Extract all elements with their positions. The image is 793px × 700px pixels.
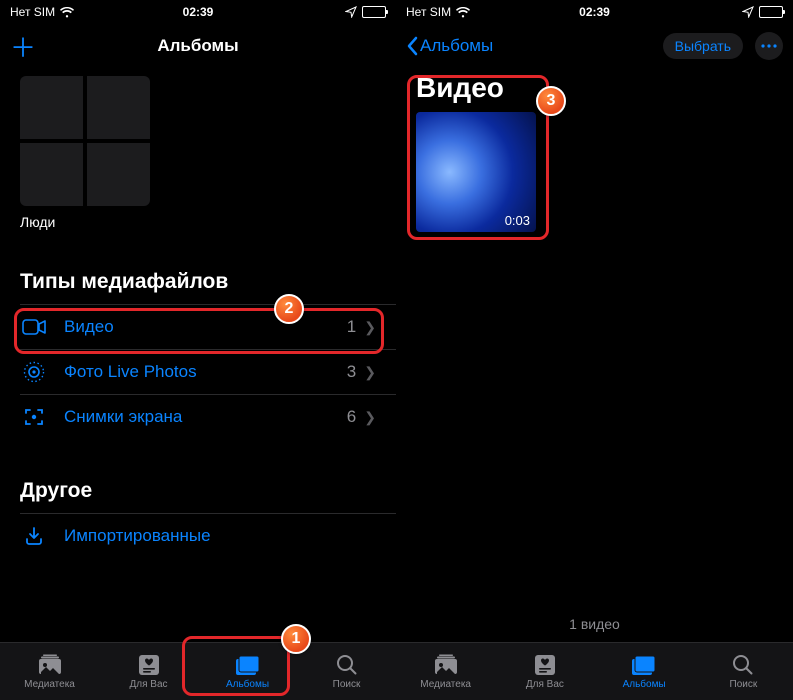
tab-bar: Медиатека Для Вас Альбомы Поиск: [396, 642, 793, 700]
chevron-right-icon: ❯: [364, 364, 376, 381]
live-photos-icon: [20, 361, 48, 383]
people-label: Люди: [20, 214, 376, 230]
screen-albums: Нет SIM 02:39 ＋ Альбомы: [0, 0, 396, 700]
row-live-photos[interactable]: Фото Live Photos 3 ❯: [0, 350, 396, 394]
content-area: Люди Типы медиафайлов Видео 1 ❯ Фото Liv…: [0, 68, 396, 642]
video-duration: 0:03: [505, 213, 530, 228]
tab-albums[interactable]: Альбомы: [198, 643, 297, 700]
search-icon: [336, 653, 358, 677]
tab-library[interactable]: Медиатека: [396, 643, 495, 700]
page-title: Альбомы: [157, 36, 238, 56]
row-screenshots[interactable]: Снимки экрана 6 ❯: [0, 395, 396, 439]
tab-search[interactable]: Поиск: [297, 643, 396, 700]
albums-icon: [631, 653, 657, 677]
battery-icon: [759, 6, 783, 18]
nav-bar: ＋ Альбомы: [0, 24, 396, 68]
status-time: 02:39: [0, 5, 396, 19]
people-cell: [20, 76, 83, 139]
row-label: Импортированные: [64, 526, 376, 546]
chevron-right-icon: ❯: [364, 319, 376, 336]
row-imported[interactable]: Импортированные: [0, 514, 396, 558]
tab-library[interactable]: Медиатека: [0, 643, 99, 700]
search-icon: [732, 653, 754, 677]
row-label: Фото Live Photos: [64, 362, 347, 382]
chevron-left-icon: [406, 36, 418, 56]
battery-icon: [362, 6, 386, 18]
row-count: 3: [347, 362, 356, 382]
tab-label: Поиск: [730, 679, 758, 690]
row-count: 1: [347, 317, 356, 337]
tab-label: Для Вас: [526, 679, 564, 690]
video-thumbnail[interactable]: 0:03: [416, 112, 536, 232]
chevron-right-icon: ❯: [364, 409, 376, 426]
footer-count: 1 видео: [396, 616, 793, 632]
tab-for-you[interactable]: Для Вас: [99, 643, 198, 700]
people-album[interactable]: Люди: [0, 68, 396, 230]
row-count: 6: [347, 407, 356, 427]
people-cell: [87, 76, 150, 139]
people-grid: [20, 76, 150, 206]
screen-video-album: Нет SIM 02:39 Альбомы Выбрать: [396, 0, 793, 700]
tab-for-you[interactable]: Для Вас: [495, 643, 594, 700]
row-video[interactable]: Видео 1 ❯: [0, 305, 396, 349]
status-bar: Нет SIM 02:39: [0, 0, 396, 24]
library-icon: [433, 653, 459, 677]
people-cell: [20, 143, 83, 206]
row-label: Снимки экрана: [64, 407, 347, 427]
people-cell: [87, 143, 150, 206]
tab-bar: Медиатека Для Вас Альбомы Поиск: [0, 642, 396, 700]
nav-bar: Альбомы Выбрать: [396, 24, 793, 68]
tab-search[interactable]: Поиск: [694, 643, 793, 700]
add-album-button[interactable]: ＋: [10, 28, 36, 65]
for-you-icon: [534, 653, 556, 677]
tab-label: Медиатека: [420, 679, 471, 690]
ellipsis-icon: [761, 44, 777, 48]
tab-albums[interactable]: Альбомы: [595, 643, 694, 700]
tab-label: Альбомы: [226, 679, 269, 690]
import-icon: [20, 525, 48, 547]
video-icon: [20, 319, 48, 335]
section-header-media-types: Типы медиафайлов: [0, 270, 396, 294]
content-area: Видео 0:03 1 видео: [396, 68, 793, 642]
back-label: Альбомы: [420, 36, 493, 56]
for-you-icon: [138, 653, 160, 677]
section-header-other: Другое: [0, 479, 396, 503]
albums-icon: [235, 653, 261, 677]
more-button[interactable]: [755, 32, 783, 60]
tab-label: Для Вас: [129, 679, 167, 690]
library-icon: [37, 653, 63, 677]
status-time: 02:39: [396, 5, 793, 19]
tab-label: Альбомы: [623, 679, 666, 690]
status-bar: Нет SIM 02:39: [396, 0, 793, 24]
tab-label: Медиатека: [24, 679, 75, 690]
back-button[interactable]: Альбомы: [406, 36, 493, 56]
album-title: Видео: [396, 68, 793, 112]
screenshot-icon: [20, 406, 48, 428]
select-button[interactable]: Выбрать: [663, 33, 743, 59]
tab-label: Поиск: [333, 679, 361, 690]
row-label: Видео: [64, 317, 347, 337]
